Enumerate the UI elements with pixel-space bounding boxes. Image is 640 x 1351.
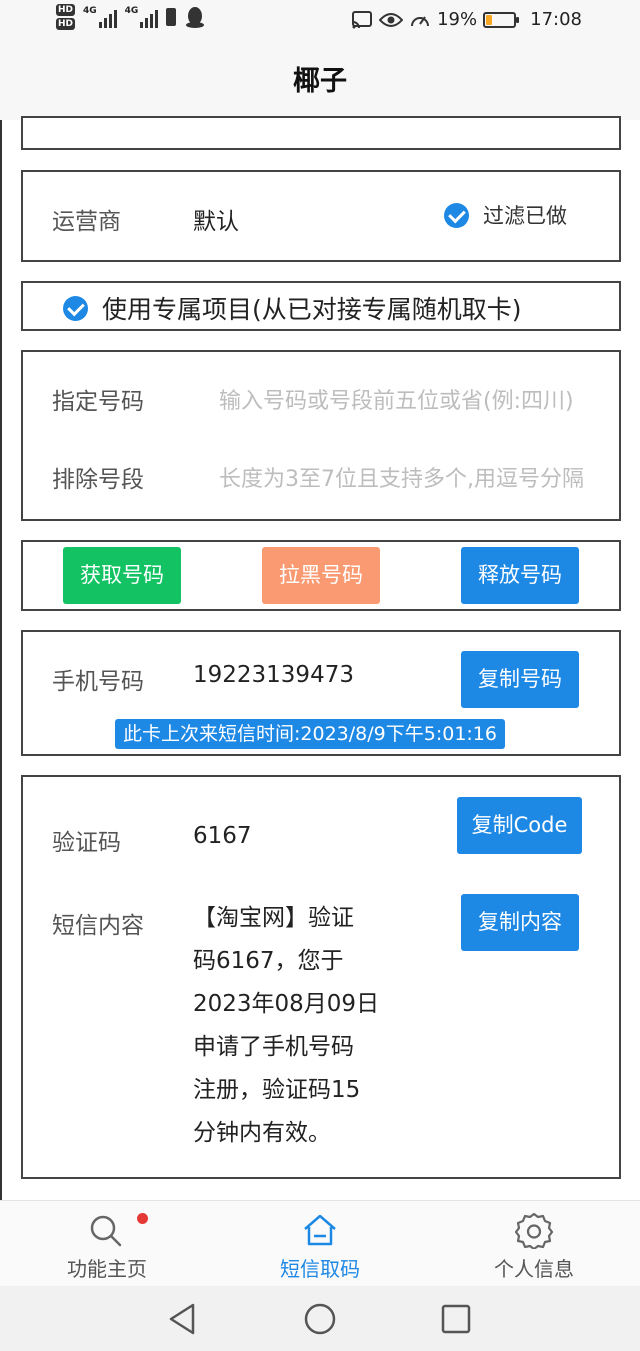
tab-home-label: 功能主页 — [67, 1257, 147, 1281]
copy-code-button[interactable]: 复制Code — [457, 797, 582, 854]
sms-line: 注册，验证码15 — [193, 1077, 361, 1103]
release-number-button[interactable]: 释放号码 — [461, 547, 579, 604]
verification-code-label: 验证码 — [52, 830, 121, 856]
operator-box: 运营商 默认 过滤已做 — [21, 170, 621, 262]
copy-sms-button[interactable]: 复制内容 — [461, 894, 579, 951]
signal-icon-2: 4G — [125, 6, 159, 28]
sms-content-label: 短信内容 — [52, 913, 144, 939]
phone-number-box: 手机号码 19223139473 复制号码 此卡上次来短信时间:2023/8/9… — [21, 630, 621, 756]
clock: 17:08 — [530, 9, 582, 30]
battery-percent: 19% — [437, 9, 478, 30]
copy-number-button[interactable]: 复制号码 — [461, 651, 579, 708]
check-icon — [444, 202, 469, 228]
previous-section-box — [21, 116, 621, 150]
tab-sms-code[interactable]: 短信取码 — [230, 1201, 410, 1287]
filter-done-checkbox[interactable]: 过滤已做 — [444, 200, 567, 230]
recents-icon[interactable] — [436, 1301, 476, 1337]
operator-value[interactable]: 默认 — [193, 202, 239, 236]
notification-dot — [137, 1213, 148, 1224]
hd-icon: HD HD — [56, 4, 76, 30]
phone-number-label: 手机号码 — [52, 669, 144, 695]
battery-fill — [486, 14, 492, 25]
sms-line: 分钟内有效。 — [193, 1120, 331, 1146]
status-right: 19% 17:08 — [351, 9, 582, 30]
action-buttons-box: 获取号码 拉黑号码 释放号码 — [21, 540, 621, 611]
exclusive-project-label: 使用专属项目(从已对接专属随机取卡) — [102, 295, 522, 324]
speed-icon — [411, 15, 430, 26]
verification-code-box: 验证码 6167 复制Code 短信内容 【淘宝网】验证 码6167，您于 20… — [21, 775, 621, 1179]
scroll-edge — [0, 120, 2, 1200]
exclusive-project-checkbox[interactable]: 使用专属项目(从已对接专属随机取卡) — [63, 290, 522, 326]
number-filter-box: 指定号码 输入号码或号段前五位或省(例:四川) 排除号段 长度为3至7位且支持多… — [21, 350, 621, 521]
gear-icon — [514, 1212, 554, 1249]
get-number-button[interactable]: 获取号码 — [63, 547, 181, 604]
back-icon[interactable] — [163, 1301, 203, 1337]
tab-profile[interactable]: 个人信息 — [444, 1201, 624, 1287]
network-type-1: 4G — [83, 6, 97, 16]
sms-content-text: 【淘宝网】验证 码6167，您于 2023年08月09日 申请了手机号码 注册，… — [193, 897, 393, 1155]
blacklist-number-button[interactable]: 拉黑号码 — [262, 547, 380, 604]
home-icon — [304, 1214, 336, 1246]
status-left: HD HD 4G 4G — [56, 4, 206, 30]
status-bar: HD HD 4G 4G 19% 17:08 — [0, 0, 640, 44]
battery-saver-icon — [166, 8, 177, 26]
specify-number-input[interactable]: 输入号码或号段前五位或省(例:四川) — [219, 383, 593, 415]
hd-badge-2: HD — [56, 18, 76, 30]
home-circle-icon[interactable] — [300, 1301, 340, 1337]
battery-icon — [483, 11, 520, 28]
tab-sms-code-label: 短信取码 — [280, 1257, 360, 1281]
search-icon — [90, 1215, 122, 1247]
eye-icon — [379, 12, 404, 27]
filter-done-label: 过滤已做 — [483, 204, 567, 228]
qq-icon — [186, 7, 205, 28]
sms-line: 码6167，您于 — [193, 948, 344, 974]
cast-icon — [352, 10, 373, 28]
page-title: 椰子 — [0, 44, 640, 120]
last-sms-notice: 此卡上次来短信时间:2023/8/9下午5:01:16 — [115, 719, 505, 749]
check-icon — [63, 295, 88, 321]
system-nav-bar — [0, 1286, 640, 1351]
exclude-prefix-input[interactable]: 长度为3至7位且支持多个,用逗号分隔 — [219, 461, 593, 493]
sms-line: 【淘宝网】验证 — [193, 905, 354, 931]
signal-icon: 4G — [83, 6, 117, 28]
tab-bar: 功能主页 短信取码 个人信息 — [0, 1200, 640, 1286]
tab-home[interactable]: 功能主页 — [17, 1201, 197, 1287]
specify-number-label: 指定号码 — [52, 389, 144, 415]
sms-line: 2023年08月09日 — [193, 991, 380, 1017]
network-type-2: 4G — [124, 6, 139, 16]
tab-profile-label: 个人信息 — [494, 1257, 574, 1281]
sms-line: 申请了手机号码 — [193, 1034, 354, 1060]
exclusive-project-box: 使用专属项目(从已对接专属随机取卡) — [21, 281, 621, 331]
operator-label: 运营商 — [52, 209, 121, 235]
verification-code-value: 6167 — [193, 823, 252, 849]
main-content[interactable]: 运营商 默认 过滤已做 使用专属项目(从已对接专属随机取卡) 指定号码 输入号码… — [0, 116, 640, 1200]
hd-badge-1: HD — [56, 4, 76, 16]
exclude-prefix-label: 排除号段 — [52, 467, 144, 493]
phone-number-value: 19223139473 — [193, 662, 354, 688]
